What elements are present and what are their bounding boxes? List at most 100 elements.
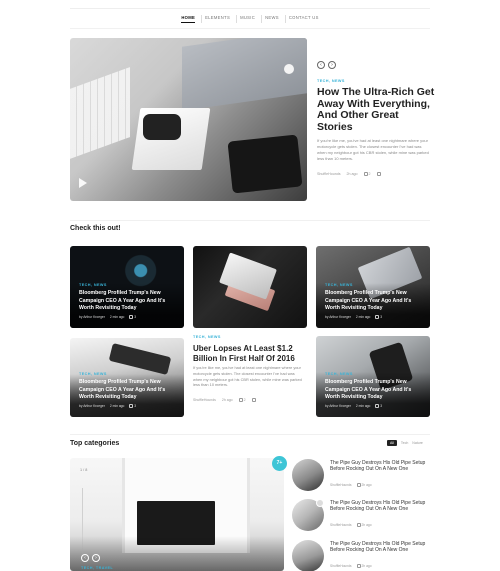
hero-slider-controls: ‹ › [317,61,336,69]
bookmark-icon[interactable] [376,172,381,176]
card-time: 2 min ago [355,404,371,408]
category-filters: All Tech Nature [387,440,423,446]
category-feature-label[interactable]: TECH, TRAVEL [81,566,113,570]
hero-comments[interactable]: 2 [369,172,371,176]
nav-item-elements[interactable]: ELEMENTS [201,15,233,23]
clock-icon [356,564,361,568]
mid-post-time: 2h ago [221,398,233,402]
nav-item-contact[interactable]: CONTACT US [284,15,322,23]
filter-nature[interactable]: Nature [412,441,423,445]
keyboard-graphic [70,67,130,159]
prev-arrow-icon[interactable]: ‹ [81,554,89,562]
category-slider-controls: ‹ › [81,554,100,562]
play-icon[interactable] [79,178,87,188]
category-feature-image[interactable] [70,458,284,571]
watch-graphic [143,114,181,140]
post-card[interactable]: TECH, NEWS Bloomberg Profiled Trump's Ne… [70,246,184,328]
list-item-title[interactable]: The Pipe Guy Destroys His Old Pipe Setup… [330,500,430,512]
bookmark-icon[interactable] [251,398,256,402]
thumbnail-badge-icon [316,499,324,507]
apple-logo-icon [284,64,294,74]
card-title[interactable]: Bloomberg Profiled Trump's New Campaign … [79,290,175,313]
card-category[interactable]: TECH, NEWS [79,372,107,376]
laptop-graphic [182,38,307,111]
section-divider [70,220,430,221]
list-item[interactable]: The Pipe Guy Destroys His Old Pipe Setup… [292,499,432,535]
hero-time: 2h ago [346,172,358,176]
nav-item-music[interactable]: MUSIC [236,15,258,23]
list-item-author[interactable]: ShuffleHounds [330,483,352,487]
card-comments[interactable]: 3 [134,404,136,408]
list-item-time: 2h ago [361,564,372,568]
list-item-time: 2h ago [361,483,372,487]
next-arrow-icon[interactable]: › [328,61,336,69]
card-title[interactable]: Bloomberg Profiled Trump's New Campaign … [325,290,421,313]
count-badge[interactable]: 7+ [272,456,287,471]
prev-arrow-icon[interactable]: ‹ [317,61,325,69]
comment-icon [375,315,380,319]
card-category[interactable]: TECH, NEWS [79,283,107,287]
hero-image[interactable] [70,38,307,201]
comment-icon [238,398,243,402]
card-comments[interactable]: 3 [380,315,382,319]
phone-graphic [227,134,303,194]
card-meta: by Arthur Kroeger 2 min ago 3 [325,404,382,408]
comment-icon [129,315,134,319]
list-item-title[interactable]: The Pipe Guy Destroys His Old Pipe Setup… [330,460,430,472]
list-item-meta: ShuffleHounds 2h ago [330,483,372,487]
mid-post-comments[interactable]: 2 [244,398,246,402]
gadget-graphic [108,343,172,375]
clock-icon [356,523,361,527]
nav-item-home[interactable]: HOME [178,15,198,23]
post-thumbnail[interactable] [292,540,324,571]
mid-post-title[interactable]: Uber Lopses At Least $1.2 Billion In Fir… [193,344,308,363]
card-category[interactable]: TECH, NEWS [325,283,353,287]
card-author[interactable]: by Arthur Kroeger [325,315,351,319]
mid-post-meta: ShuffleHounds 2h ago 2 [193,398,256,402]
comment-icon [129,404,134,408]
list-item[interactable]: The Pipe Guy Destroys His Old Pipe Setup… [292,540,432,571]
card-title[interactable]: Bloomberg Profiled Trump's New Campaign … [325,379,421,402]
hero-excerpt: If you're like me, you've had at least o… [317,138,429,161]
mid-post-author[interactable]: ShuffleHounds [193,398,216,402]
card-meta: by Arthur Kroeger 2 min ago 3 [325,315,382,319]
hero-category[interactable]: TECH, NEWS [317,79,345,83]
list-item-author[interactable]: ShuffleHounds [330,523,352,527]
main-nav: HOME ELEMENTS MUSIC NEWS CONTACT US [0,15,500,23]
card-time: 2 min ago [355,315,371,319]
card-author[interactable]: by Arthur Kroeger [79,315,105,319]
card-category[interactable]: TECH, NEWS [325,372,353,376]
post-thumbnail[interactable] [292,459,324,491]
hero-author[interactable]: ShuffleHounds [317,172,341,176]
card-meta: by Arthur Kroeger 2 min ago 3 [79,315,136,319]
card-comments[interactable]: 3 [380,404,382,408]
post-card[interactable]: TECH, NEWS Bloomberg Profiled Trump's Ne… [316,336,430,417]
list-item-meta: ShuffleHounds 2h ago [330,523,372,527]
list-item-author[interactable]: ShuffleHounds [330,564,352,568]
card-title[interactable]: Bloomberg Profiled Trump's New Campaign … [79,379,175,402]
section-title-categories: Top categories [70,440,120,447]
card-author[interactable]: by Arthur Kroeger [325,404,351,408]
card-time: 2 min ago [109,404,125,408]
hero-title[interactable]: How The Ultra-Rich Get Away With Everyth… [317,86,435,133]
hero-meta: ShuffleHounds 2h ago 2 [317,172,381,176]
mid-post-category[interactable]: TECH, NEWS [193,335,221,339]
next-arrow-icon[interactable]: › [92,554,100,562]
post-card[interactable]: TECH, NEWS Bloomberg Profiled Trump's Ne… [316,246,430,328]
post-card[interactable]: TECH, NEWS Bloomberg Profiled Trump's Ne… [70,338,184,417]
mid-post-excerpt: If you're like me, you've had at least o… [193,365,302,388]
section-divider [70,434,430,435]
clock-icon [356,483,361,487]
post-card[interactable] [193,246,307,328]
filter-all[interactable]: All [387,440,397,446]
nav-item-news[interactable]: NEWS [261,15,282,23]
top-divider [70,8,430,9]
card-author[interactable]: by Arthur Kroeger [79,404,105,408]
section-title-check: Check this out! [70,225,121,232]
list-item[interactable]: The Pipe Guy Destroys His Old Pipe Setup… [292,459,432,495]
list-item-title[interactable]: The Pipe Guy Destroys His Old Pipe Setup… [330,541,430,553]
comment-icon [363,172,368,176]
card-comments[interactable]: 3 [134,315,136,319]
filter-tech[interactable]: Tech [401,441,408,445]
nav-divider [70,28,430,29]
